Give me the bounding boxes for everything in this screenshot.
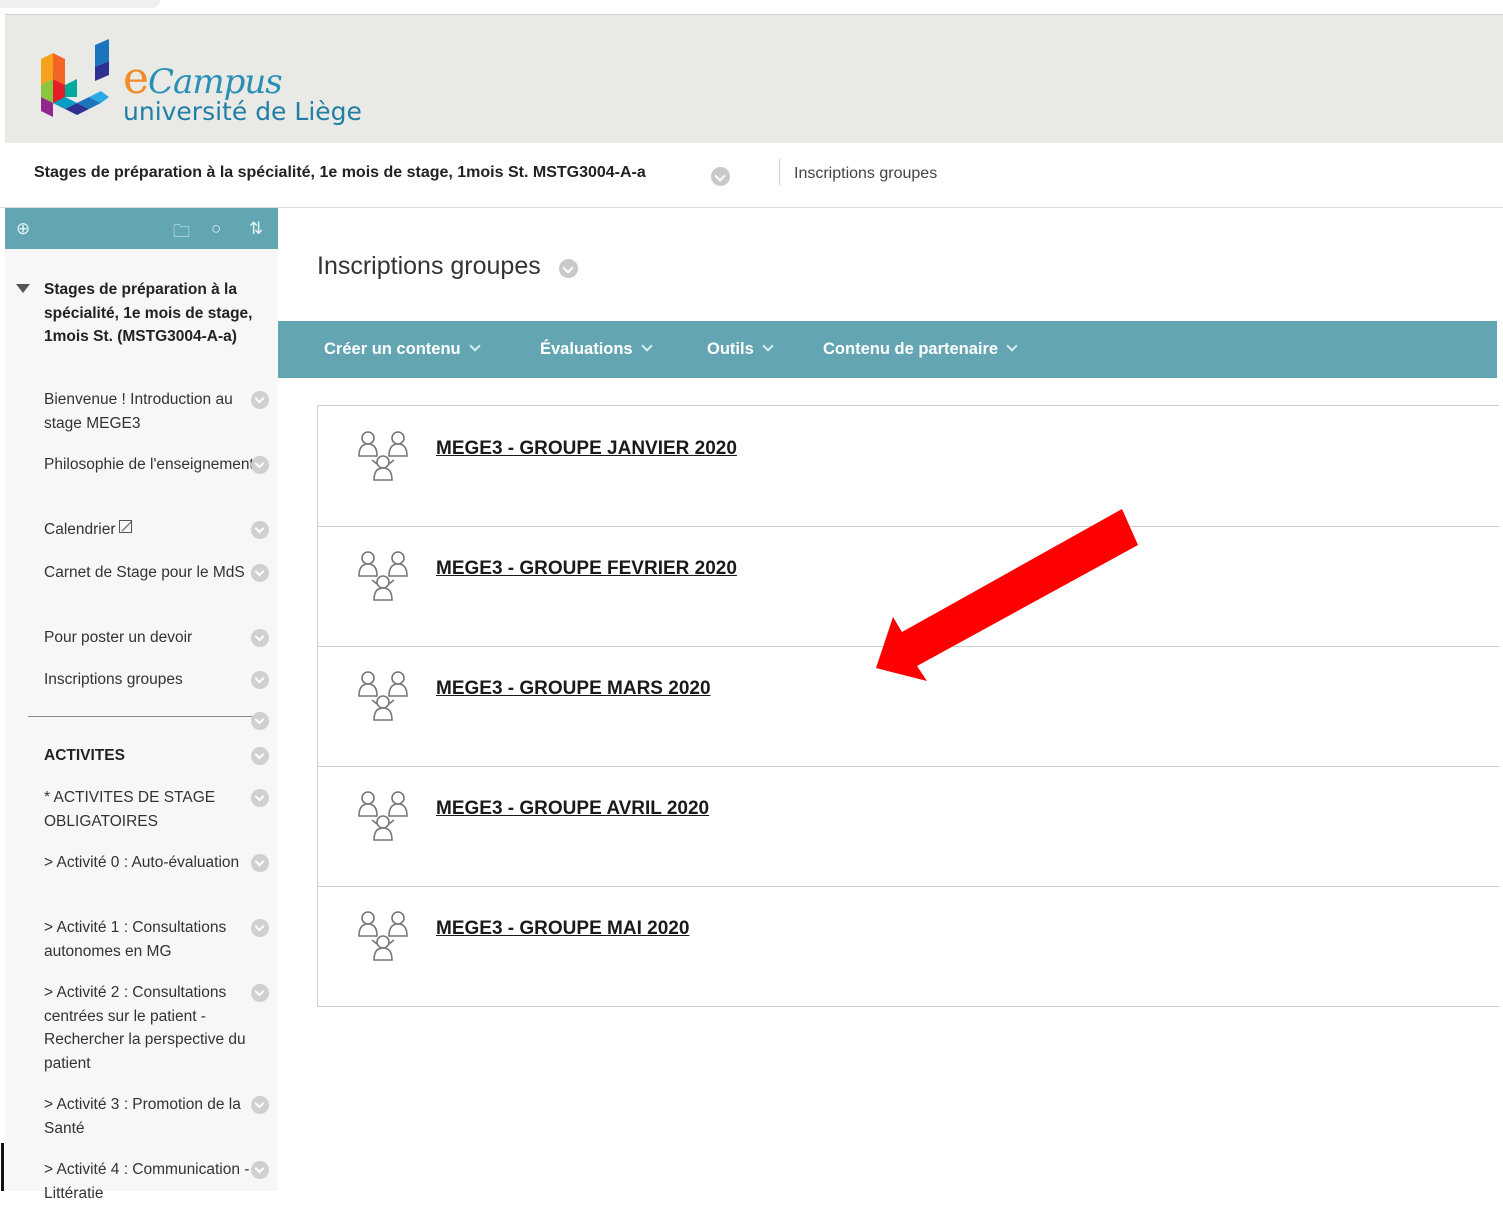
group-link-avril[interactable]: MEGE3 - GROUPE AVRIL 2020 xyxy=(436,798,709,820)
sort-icon[interactable]: ⇅ xyxy=(249,219,263,239)
chevron-down-icon xyxy=(640,340,653,352)
breadcrumb-divider xyxy=(779,159,780,185)
list-item: MEGE3 - GROUPE AVRIL 2020 xyxy=(318,766,1499,887)
chevron-down-icon xyxy=(1006,340,1018,352)
chevron-down-icon[interactable] xyxy=(251,391,269,409)
chevron-down-icon[interactable] xyxy=(251,984,269,1002)
chevron-down-icon[interactable] xyxy=(251,456,269,474)
tools-menu[interactable]: Outils xyxy=(707,340,774,359)
group-link-mars[interactable]: MEGE3 - GROUPE MARS 2020 xyxy=(436,678,711,700)
sidebar-item-activite-0[interactable]: > Activité 0 : Auto-évaluation xyxy=(44,851,254,875)
add-circle-icon[interactable]: ⊕ xyxy=(16,219,30,239)
group-icon xyxy=(358,431,408,481)
course-title[interactable]: Stages de préparation à la spécialité, 1… xyxy=(34,164,646,182)
sidebar-item-activite-1[interactable]: > Activité 1 : Consultations autonomes e… xyxy=(44,916,254,963)
list-item: MEGE3 - GROUPE JANVIER 2020 xyxy=(318,406,1499,527)
collapse-triangle-icon[interactable] xyxy=(16,284,30,293)
chevron-down-icon[interactable] xyxy=(251,747,269,765)
browser-tab-shadow xyxy=(0,0,160,8)
group-icon xyxy=(358,791,408,841)
chevron-down-icon[interactable] xyxy=(251,629,269,647)
create-content-menu[interactable]: Créer un contenu xyxy=(324,340,481,359)
folder-icon[interactable]: 🗀 xyxy=(173,219,190,248)
evaluations-menu[interactable]: Évaluations xyxy=(540,340,653,359)
chevron-down-icon xyxy=(762,340,774,352)
group-link-fevrier[interactable]: MEGE3 - GROUPE FEVRIER 2020 xyxy=(436,558,737,580)
course-menu-chevron-icon[interactable] xyxy=(711,167,730,186)
sidebar-item-carnet[interactable]: Carnet de Stage pour le MdS xyxy=(44,561,254,585)
top-strip xyxy=(0,0,1503,14)
course-sidebar: ⊕ 🗀 ○ ⇅ Stages de préparation à la spéci… xyxy=(5,208,278,1202)
page-menu-chevron-icon[interactable] xyxy=(559,259,578,278)
chevron-down-icon[interactable] xyxy=(251,1161,269,1179)
sidebar-item-activites-stage[interactable]: * ACTIVITES DE STAGE OBLIGATOIRES xyxy=(44,786,254,833)
sidebar-item-bienvenue[interactable]: Bienvenue ! Introduction au stage MEGE3 xyxy=(44,388,254,435)
group-icon xyxy=(358,551,408,601)
sidebar-item-activite-3[interactable]: > Activité 3 : Promotion de la Santé xyxy=(44,1093,254,1140)
sidebar-item-activites[interactable]: ACTIVITES xyxy=(44,744,254,768)
chevron-down-icon[interactable] xyxy=(251,1096,269,1114)
chevron-down-icon[interactable] xyxy=(251,671,269,689)
chevron-down-icon[interactable] xyxy=(251,712,269,730)
chevron-down-icon[interactable] xyxy=(251,564,269,582)
sidebar-item-activite-4[interactable]: > Activité 4 : Communication - Littérati… xyxy=(44,1158,254,1205)
site-header: eCampus université de Liège xyxy=(5,14,1503,144)
group-icon xyxy=(358,671,408,721)
sidebar-item-philosophie[interactable]: Philosophie de l'enseignement xyxy=(44,453,254,477)
group-content-list: MEGE3 - GROUPE JANVIER 2020 MEGE3 - GROU… xyxy=(317,405,1499,1007)
sidebar-item-calendrier[interactable]: Calendrier xyxy=(44,518,254,542)
group-link-janvier[interactable]: MEGE3 - GROUPE JANVIER 2020 xyxy=(436,438,737,460)
window-edge xyxy=(1,1143,4,1191)
action-bar: Créer un contenu Évaluations Outils Cont… xyxy=(278,321,1497,378)
sidebar-item-inscriptions[interactable]: Inscriptions groupes xyxy=(44,668,254,692)
list-item: MEGE3 - GROUPE FEVRIER 2020 xyxy=(318,526,1499,647)
group-icon xyxy=(358,911,408,961)
sidebar-course-name[interactable]: Stages de préparation à la spécialité, 1… xyxy=(44,278,254,349)
chevron-down-icon[interactable] xyxy=(251,919,269,937)
page-title: Inscriptions groupes xyxy=(317,252,541,280)
chevron-down-icon[interactable] xyxy=(251,854,269,872)
breadcrumb-current: Inscriptions groupes xyxy=(794,165,938,182)
external-link-icon xyxy=(118,520,132,533)
list-item: MEGE3 - GROUPE MAI 2020 xyxy=(318,886,1499,1006)
chevron-down-icon xyxy=(468,340,481,352)
list-item: MEGE3 - GROUPE MARS 2020 xyxy=(318,646,1499,767)
sidebar-separator xyxy=(28,716,258,717)
partner-content-menu[interactable]: Contenu de partenaire xyxy=(823,340,1018,359)
refresh-icon[interactable]: ○ xyxy=(211,219,221,239)
sidebar-item-poster-devoir[interactable]: Pour poster un devoir xyxy=(44,626,254,650)
course-bar: Stages de préparation à la spécialité, 1… xyxy=(0,143,1503,208)
sidebar-item-activite-2[interactable]: > Activité 2 : Consultations centrées su… xyxy=(44,981,254,1075)
sidebar-toolbar: ⊕ 🗀 ○ ⇅ xyxy=(5,208,278,249)
university-name: université de Liège xyxy=(123,97,362,126)
group-link-mai[interactable]: MEGE3 - GROUPE MAI 2020 xyxy=(436,918,689,940)
chevron-down-icon[interactable] xyxy=(251,789,269,807)
chevron-down-icon[interactable] xyxy=(251,521,269,539)
